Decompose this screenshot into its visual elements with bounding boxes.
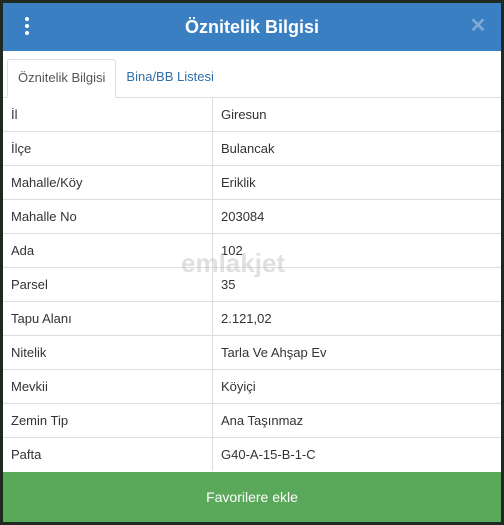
row-key: Zemin Tip [3,403,213,438]
row-key: Pafta [3,437,213,471]
tab-bar: Öznitelik Bilgisi Bina/BB Listesi [3,55,501,98]
row-key: İlçe [3,131,213,166]
row-value: G40-A-15-B-1-C [212,437,501,471]
table-row: Ada 102 [3,233,501,268]
table-row: Pafta G40-A-15-B-1-C [3,437,501,471]
row-key: Tapu Alanı [3,301,213,336]
row-key: Ada [3,233,213,268]
table-row: Nitelik Tarla Ve Ahşap Ev [3,335,501,370]
row-value: 102 [212,233,501,268]
row-key: Mahalle No [3,199,213,234]
row-value: Köyiçi [212,369,501,404]
row-value: 203084 [212,199,501,234]
row-value: 2.121,02 [212,301,501,336]
table-row: İlçe Bulancak [3,131,501,166]
row-key: Mevkii [3,369,213,404]
row-value: Tarla Ve Ahşap Ev [212,335,501,370]
row-value: Ana Taşınmaz [212,403,501,438]
table-row: Mevkii Köyiçi [3,369,501,404]
row-key: Mahalle/Köy [3,165,213,200]
close-icon[interactable]: ✕ [467,15,489,37]
table-row: Mahalle No 203084 [3,199,501,234]
row-key: Parsel [3,267,213,302]
row-value: Giresun [221,107,267,122]
dialog-header: Öznitelik Bilgisi ✕ [3,3,501,51]
tab-oznitelik-bilgisi[interactable]: Öznitelik Bilgisi [7,59,117,98]
row-value: Bulancak [212,131,501,166]
dialog-footer: Favorilere ekle [3,472,501,522]
table-row: Mahalle/Köy Eriklik [3,165,501,200]
tab-bina-bb-listesi[interactable]: Bina/BB Listesi [116,59,223,95]
attribute-dialog: Öznitelik Bilgisi ✕ Öznitelik Bilgisi Bi… [3,3,501,522]
table-row: İl Giresun [3,98,501,132]
row-key: Nitelik [3,335,213,370]
dialog-title: Öznitelik Bilgisi [184,17,320,37]
row-value: 35 [212,267,501,302]
table-row: Tapu Alanı 2.121,02 [3,301,501,336]
table-row: Parsel 35 [3,267,501,302]
add-to-favorites-button[interactable]: Favorilere ekle [3,472,501,522]
attribute-table: İl Giresun İlçe Bulancak Mahalle/Köy Eri… [3,98,501,471]
row-key: İl [3,98,213,132]
table-row: Zemin Tip Ana Taşınmaz [3,403,501,438]
row-value: Eriklik [212,165,501,200]
